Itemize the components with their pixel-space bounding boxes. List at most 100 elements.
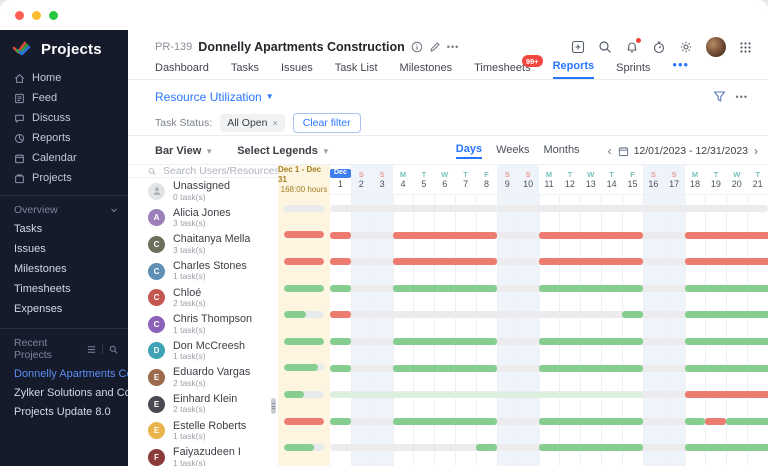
tab-timesheets[interactable]: Timesheets 99+ [474, 55, 543, 79]
sidebar-item-reports[interactable]: Reports [0, 128, 128, 148]
day-column-header: F8 [476, 165, 497, 194]
sidebar-item-issues[interactable]: Issues [0, 239, 128, 259]
prev-period-button[interactable]: ‹ [608, 144, 612, 158]
resource-task-count: 1 task(s) [173, 271, 206, 282]
filter-label: Task Status: [155, 117, 213, 129]
month-badge: Dec [330, 168, 351, 179]
global-search-button[interactable] [598, 40, 612, 54]
allocation-bar-segment [330, 284, 351, 292]
project-header: PR-139 Donnelly Apartments Construction … [128, 30, 768, 57]
weekday-letter: T [755, 169, 760, 179]
filter-icon[interactable] [713, 90, 726, 103]
notifications-button[interactable] [625, 37, 642, 54]
day-column-header: S 17 [664, 165, 685, 194]
resource-row[interactable]: C Charles Stones 1 task(s) [128, 258, 278, 285]
app-logo[interactable]: Projects [0, 30, 128, 68]
sidebar-item-expenses[interactable]: Expenses [0, 299, 128, 319]
sidebar-item-timesheets[interactable]: Timesheets [0, 279, 128, 299]
bar-view-dropdown[interactable]: Bar View ▼ [155, 145, 213, 157]
recent-project-item[interactable]: Zylker Solutions and Constr [0, 383, 128, 402]
global-actions [571, 37, 752, 57]
project-more-button[interactable]: ••• [447, 42, 459, 52]
report-more-button[interactable]: ••• [736, 92, 748, 102]
tab-reports[interactable]: Reports [552, 60, 595, 79]
resource-row[interactable]: C Chaitanya Mella 3 task(s) [128, 231, 278, 258]
minimize-window-button[interactable] [32, 10, 41, 20]
search-input[interactable] [163, 165, 278, 177]
resource-row[interactable]: A Alicia Jones 3 task(s) [128, 205, 278, 232]
utilization-summary-pill [284, 417, 324, 425]
resource-row[interactable]: F Faiyazudeen I1 task(s) [128, 444, 278, 466]
quick-add-button[interactable] [571, 40, 585, 54]
sidebar-item-discuss[interactable]: Discuss [0, 108, 128, 128]
resource-row[interactable]: E Eduardo Vargas 2 task(s) [128, 364, 278, 391]
chevron-down-icon: ▼ [321, 146, 330, 156]
day-number: 17 [669, 178, 680, 189]
date-range-picker[interactable]: 12/01/2023 - 12/31/2023 [618, 145, 748, 157]
resource-row[interactable]: Unassigned 0 task(s) [128, 178, 278, 205]
tab-sprints[interactable]: Sprints [616, 62, 650, 79]
close-window-button[interactable] [15, 10, 24, 20]
summary-row [278, 408, 330, 435]
tab-issues[interactable]: Issues [281, 62, 313, 79]
task-status-chip[interactable]: All Open × [220, 114, 285, 132]
sidebar-item-feed[interactable]: Feed [0, 88, 128, 108]
date-navigator: ‹ 12/01/2023 - 12/31/2023 › [608, 144, 758, 158]
tab-task-list[interactable]: Task List [335, 62, 378, 79]
tab-dashboard[interactable]: Dashboard [155, 62, 209, 79]
maximize-window-button[interactable] [49, 10, 58, 20]
timer-button[interactable] [652, 40, 666, 54]
sidebar-item-tasks[interactable]: Tasks [0, 219, 128, 239]
next-period-button[interactable]: › [754, 144, 758, 158]
user-avatar[interactable] [706, 37, 726, 57]
project-list-icon[interactable] [87, 345, 96, 354]
sidebar-item-calendar[interactable]: Calendar [0, 148, 128, 168]
chevron-down-icon [111, 208, 117, 213]
sidebar: Projects Home Feed Discuss Reports Calen… [0, 30, 128, 466]
day-number: 11 [544, 178, 554, 189]
select-legends-dropdown[interactable]: Select Legends ▼ [237, 145, 330, 157]
search-projects-icon[interactable] [109, 345, 118, 354]
apps-grid-button[interactable] [739, 41, 752, 54]
notification-badge [635, 37, 642, 44]
scale-weeks[interactable]: Weeks [496, 144, 529, 158]
sidebar-item-milestones[interactable]: Milestones [0, 259, 128, 279]
calendar-icon [618, 146, 628, 156]
summary-row [278, 301, 330, 328]
remove-filter-icon[interactable]: × [272, 118, 277, 128]
scale-months[interactable]: Months [543, 144, 579, 158]
resource-row[interactable]: E Estelle Roberts 1 task(s) [128, 417, 278, 444]
summary-column: Dec 1 - Dec 31 168:00 hours [278, 165, 330, 466]
allocation-bar-segment [330, 311, 351, 319]
project-info-button[interactable] [411, 41, 423, 53]
allocation-bar-segment [538, 258, 643, 266]
timeline-header: Dec 1 S 2 S 3 M 4 T 5 W 6 T 7 F 8 S 9 S 10 M 11 T 12 W 13 T 14 F 15 S 1… [330, 165, 768, 195]
allocation-bar-segment [392, 364, 497, 372]
clear-filter-button[interactable]: Clear filter [292, 113, 361, 133]
sidebar-item-home[interactable]: Home [0, 68, 128, 88]
pencil-icon [430, 42, 440, 52]
recent-project-item[interactable]: Donnelly Apartments Cons [0, 364, 128, 383]
tab-milestones[interactable]: Milestones [400, 62, 453, 79]
day-number: 13 [585, 178, 596, 189]
panel-scrollbar-thumb[interactable] [271, 398, 276, 414]
project-edit-button[interactable] [429, 41, 441, 53]
allocation-bar-segment [330, 258, 351, 266]
sidebar-item-projects[interactable]: Projects [0, 168, 128, 188]
allocation-bar-segment [392, 258, 497, 266]
recent-project-item[interactable]: Projects Update 8.0 [0, 402, 128, 421]
report-type-dropdown[interactable]: Resource Utilization ▼ [155, 90, 274, 104]
chevron-down-icon: ▼ [265, 92, 274, 101]
resource-row[interactable]: D Don McCreesh 1 task(s) [128, 338, 278, 365]
plus-square-icon [571, 40, 585, 54]
tabs-more-button[interactable]: ••• [672, 57, 689, 79]
settings-button[interactable] [679, 40, 693, 54]
resource-row[interactable]: C Chloé 2 task(s) [128, 284, 278, 311]
tab-tasks[interactable]: Tasks [231, 62, 259, 79]
resource-row[interactable]: C Chris Thompson 1 task(s) [128, 311, 278, 338]
scale-days[interactable]: Days [455, 143, 483, 159]
timeline-row [330, 434, 768, 461]
resource-row[interactable]: E Einhard Klein 2 task(s) [128, 391, 278, 418]
project-id: PR-139 [155, 41, 193, 53]
sidebar-section-overview[interactable]: Overview [0, 201, 128, 219]
